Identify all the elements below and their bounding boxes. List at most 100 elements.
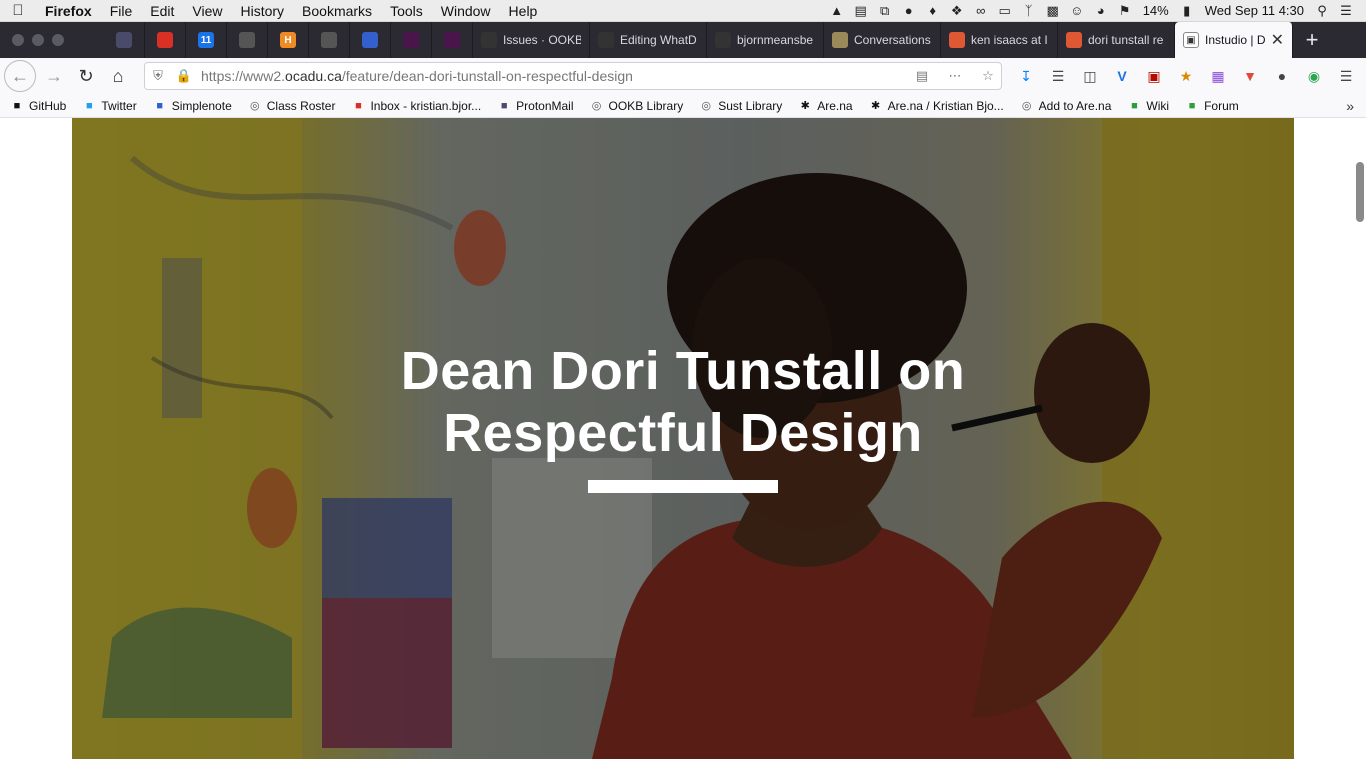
title-underline-divider (588, 480, 778, 493)
notes-icon[interactable]: ▤ (849, 2, 873, 20)
privacy-badger-icon[interactable]: ▼ (1234, 62, 1266, 90)
account-icon[interactable]: ● (1266, 62, 1298, 90)
page-actions-icon[interactable]: ⋯ (935, 68, 975, 84)
notification-center-icon[interactable]: ☰ (1334, 2, 1358, 20)
extension-b-icon[interactable]: ◉ (1298, 62, 1330, 90)
page-scrollbar[interactable] (1356, 162, 1364, 222)
browser-tab[interactable]: dori tunstall re (1058, 22, 1175, 58)
lock-icon[interactable]: 🔒 (171, 68, 197, 84)
apple-icon[interactable]:  (0, 2, 36, 19)
zoom-window-button[interactable] (52, 34, 64, 46)
menu-app-name[interactable]: Firefox (36, 3, 101, 19)
bluetooth-icon[interactable]: ᛉ (1017, 2, 1041, 20)
bookmark-item[interactable]: ■ Twitter (82, 99, 137, 113)
wifi-icon[interactable]: ◕ (1089, 2, 1113, 20)
tab-label: Issues · OOKB (503, 33, 581, 47)
bookmark-item[interactable]: ◎ Add to Are.na (1020, 99, 1112, 113)
pinned-tab[interactable] (104, 22, 145, 58)
creative-cloud-icon[interactable]: ● (897, 2, 921, 20)
browser-tab[interactable]: bjornmeansbe (707, 22, 824, 58)
clock[interactable]: Wed Sep 11 4:30 (1199, 3, 1310, 18)
bookmark-label: OOKB Library (608, 98, 684, 113)
copy-icon[interactable]: ⧉ (873, 2, 897, 20)
browser-tab[interactable]: Conversations (824, 22, 941, 58)
downloads-icon[interactable]: ↧ (1010, 62, 1042, 90)
forum-icon: ■ (1188, 99, 1196, 112)
menu-window[interactable]: Window (432, 3, 500, 19)
url-text[interactable]: https://www2.ocadu.ca/feature/dean-dori-… (197, 68, 909, 84)
bookmark-item[interactable]: ■ Forum (1185, 99, 1239, 113)
accessibility-icon[interactable]: ☺ (1065, 2, 1089, 20)
menu-help[interactable]: Help (500, 3, 547, 19)
spotlight-search-icon[interactable]: ⚲ (1310, 2, 1334, 20)
menu-tools[interactable]: Tools (381, 3, 432, 19)
back-button[interactable]: ← (4, 60, 36, 92)
shield-icon[interactable]: ⛨ (145, 68, 171, 84)
home-button[interactable]: ⌂ (102, 60, 134, 92)
airplay-icon[interactable]: ▭ (993, 2, 1017, 20)
bookmark-item[interactable]: ◎ Sust Library (699, 99, 782, 113)
bookmark-label: Forum (1204, 98, 1239, 113)
bookmark-item[interactable]: ✱ Are.na / Kristian Bjo... (869, 99, 1004, 113)
bookmark-label: Wiki (1146, 98, 1170, 113)
url-scheme: https://www2. (201, 68, 286, 84)
hat-icon[interactable]: ▲ (825, 2, 849, 20)
bookmark-item[interactable]: ■ Inbox - kristian.bjor... (351, 99, 481, 113)
bookmark-item[interactable]: ■ GitHub (10, 99, 67, 113)
more-bookmarks-chevron-icon[interactable]: » (1346, 98, 1354, 114)
dropbox-icon[interactable]: ❖ (945, 2, 969, 20)
close-window-button[interactable] (12, 34, 24, 46)
url-bar[interactable]: ⛨ 🔒 https://www2.ocadu.ca/feature/dean-d… (144, 62, 1002, 90)
battery-icon[interactable]: ▮ (1175, 2, 1199, 20)
pinned-tab[interactable] (391, 22, 432, 58)
reader-view-icon[interactable]: ▤ (909, 68, 935, 84)
github-icon: ■ (13, 99, 21, 112)
menu-file[interactable]: File (101, 3, 142, 19)
browser-tab[interactable]: Editing WhatD (590, 22, 707, 58)
bookmark-item[interactable]: ■ ProtonMail (497, 99, 574, 113)
menu-edit[interactable]: Edit (141, 3, 183, 19)
extension-badge-icon[interactable]: ★ (1170, 62, 1202, 90)
link-icon[interactable]: ∞ (969, 2, 993, 20)
pinned-tab[interactable] (227, 22, 268, 58)
sidebar-icon[interactable]: ◫ (1074, 62, 1106, 90)
minimize-window-button[interactable] (32, 34, 44, 46)
menu-history[interactable]: History (231, 3, 293, 19)
toolbar-icons: ↧ ☰ ◫ V ▣ ★ ▦ ▼ ● ◉ ☰ (1010, 62, 1362, 90)
new-tab-button[interactable]: + (1293, 22, 1331, 58)
bookmark-item[interactable]: ◎ Class Roster (248, 99, 336, 113)
arena-icon: ✱ (871, 100, 881, 112)
hamburger-menu-icon[interactable]: ☰ (1330, 62, 1362, 90)
menu-view[interactable]: View (183, 3, 231, 19)
pinned-tab[interactable]: H (268, 22, 309, 58)
bookmark-item[interactable]: ■ Simplenote (153, 99, 231, 113)
browser-tab[interactable]: ken isaacs at I (941, 22, 1058, 58)
globe-icon: ◎ (591, 100, 602, 112)
forward-button[interactable]: → (38, 60, 70, 92)
close-tab-icon[interactable]: ✕ (1267, 30, 1284, 50)
library-icon[interactable]: ☰ (1042, 62, 1074, 90)
battery-percent[interactable]: 14% (1137, 3, 1175, 18)
pinned-tab[interactable]: 11 (186, 22, 227, 58)
extension-v-icon[interactable]: V (1106, 62, 1138, 90)
menu-extra-icon[interactable]: ▩ (1041, 2, 1065, 20)
calendar-icon: 11 (198, 32, 214, 48)
bookmark-star-icon[interactable]: ☆ (975, 68, 1001, 84)
reload-button[interactable]: ↻ (70, 60, 102, 92)
tab-label: dori tunstall re (1088, 33, 1164, 47)
browser-tab[interactable]: Issues · OOKB (473, 22, 590, 58)
pinned-tab[interactable] (432, 22, 473, 58)
menu-bookmarks[interactable]: Bookmarks (293, 3, 381, 19)
pinned-tab[interactable] (145, 22, 186, 58)
bookmark-item[interactable]: ✱ Are.na (798, 99, 853, 113)
pinned-tab[interactable] (309, 22, 350, 58)
bookmark-item[interactable]: ■ Wiki (1127, 99, 1169, 113)
tab-active[interactable]: ▣ Instudio | D ✕ (1175, 22, 1293, 58)
pinned-tab[interactable] (350, 22, 391, 58)
bookmark-item[interactable]: ◎ OOKB Library (590, 99, 684, 113)
flag-icon[interactable]: ⚑ (1113, 2, 1137, 20)
pdf-extension-icon[interactable]: ▣ (1138, 62, 1170, 90)
extension-grid-icon[interactable]: ▦ (1202, 62, 1234, 90)
flame-icon[interactable]: ♦ (921, 2, 945, 20)
pinned-tabs: 11 H (104, 22, 473, 58)
